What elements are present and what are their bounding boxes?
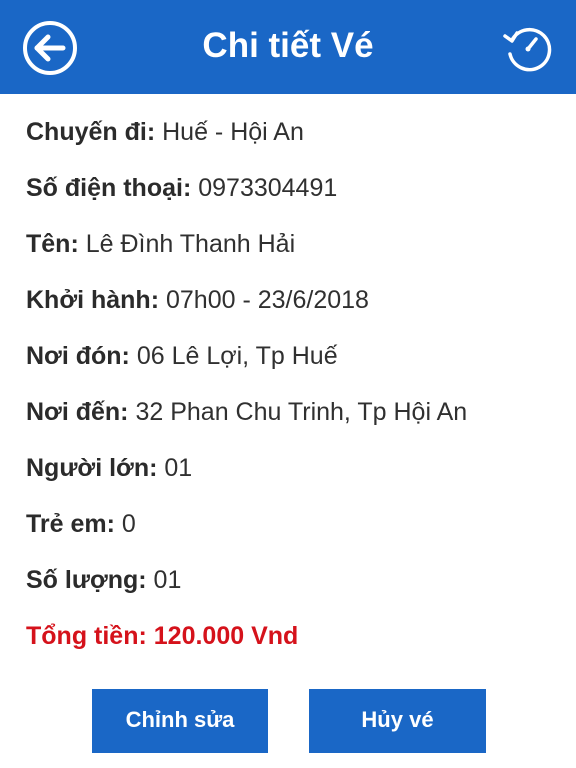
children-value: 0: [121, 510, 136, 538]
phone-label: Số điện thoại:: [26, 174, 192, 202]
dropoff-row: Nơi đến: 32 Phan Chu Trinh, Tp Hội An: [26, 384, 556, 440]
adults-value: 01: [164, 454, 193, 482]
quantity-value: 01: [153, 566, 182, 594]
total-row: Tổng tiền: 120.000 Vnd: [26, 608, 556, 664]
dropoff-label: Nơi đến:: [26, 398, 129, 426]
children-row: Trẻ em: 0: [26, 496, 556, 552]
page-title: Chi tiết Vé: [202, 26, 374, 65]
route-label: Chuyến đi:: [26, 118, 156, 146]
edit-button[interactable]: Chỉnh sửa: [92, 689, 268, 753]
name-label: Tên:: [26, 230, 79, 258]
route-value: Huế - Hội An: [162, 118, 304, 146]
departure-value: 07h00 - 23/6/2018: [166, 286, 369, 314]
children-label: Trẻ em:: [26, 510, 115, 538]
cancel-ticket-button[interactable]: Hủy vé: [309, 689, 486, 753]
departure-row: Khởi hành: 07h00 - 23/6/2018: [26, 272, 556, 328]
departure-label: Khởi hành:: [26, 286, 160, 314]
dropoff-value: 32 Phan Chu Trinh, Tp Hội An: [135, 398, 468, 426]
phone-row: Số điện thoại: 0973304491: [26, 160, 556, 216]
route-row: Chuyến đi: Huế - Hội An: [26, 104, 556, 160]
adults-label: Người lớn:: [26, 454, 158, 482]
quantity-label: Số lượng:: [26, 566, 147, 594]
app-header: Chi tiết Vé: [0, 0, 576, 94]
name-value: Lê Đình Thanh Hải: [85, 230, 296, 258]
adults-row: Người lớn: 01: [26, 440, 556, 496]
pickup-label: Nơi đón:: [26, 342, 130, 370]
history-icon: [503, 27, 552, 72]
pickup-value: 06 Lê Lợi, Tp Huế: [136, 342, 338, 370]
total-label: Tổng tiền:: [26, 622, 147, 650]
history-button[interactable]: [500, 20, 556, 76]
name-row: Tên: Lê Đình Thanh Hải: [26, 216, 556, 272]
pickup-row: Nơi đón: 06 Lê Lợi, Tp Huế: [26, 328, 556, 384]
total-value: 120.000 Vnd: [153, 622, 299, 650]
phone-value: 0973304491: [198, 174, 338, 202]
ticket-details: Chuyến đi: Huế - Hội An Số điện thoại: 0…: [26, 104, 556, 664]
quantity-row: Số lượng: 01: [26, 552, 556, 608]
